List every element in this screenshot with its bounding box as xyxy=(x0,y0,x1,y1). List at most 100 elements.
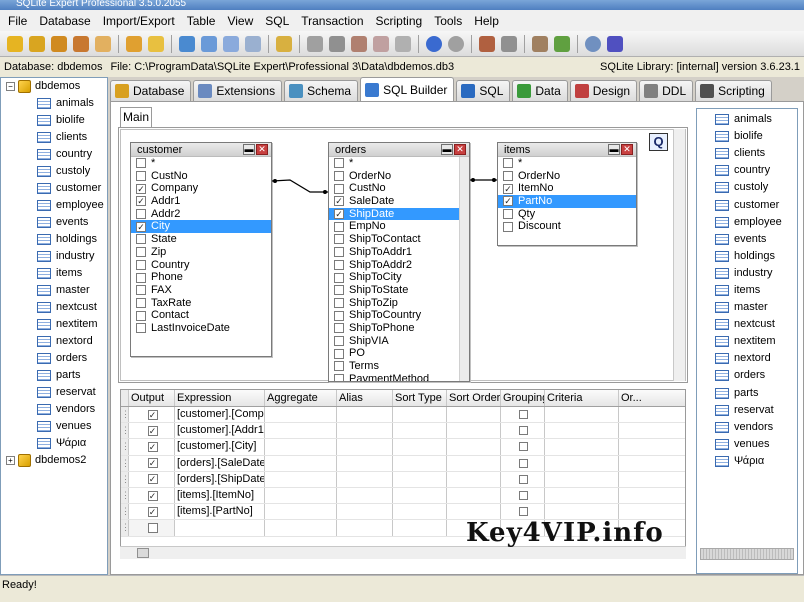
script-debug-icon[interactable] xyxy=(501,35,517,52)
table-list-item[interactable]: events xyxy=(697,231,797,248)
tree-node-dbdemos2[interactable]: + dbdemos2 xyxy=(1,452,107,469)
grouping-cell[interactable] xyxy=(501,471,545,487)
grid-cell[interactable] xyxy=(337,504,393,520)
table-list-item[interactable]: animals xyxy=(697,111,797,128)
tree-item-table[interactable]: customer xyxy=(1,180,107,197)
grid-column-header[interactable]: Sort Order xyxy=(447,390,501,406)
output-checkbox[interactable]: ✓ xyxy=(147,506,158,517)
grouping-cell[interactable] xyxy=(501,455,545,471)
grid-column-header[interactable]: Sort Type xyxy=(393,390,447,406)
grid-cell[interactable] xyxy=(393,487,447,504)
grouping-checkbox[interactable] xyxy=(519,458,528,468)
field-checkbox[interactable] xyxy=(334,234,344,245)
table-list-item[interactable]: reservat xyxy=(697,402,797,419)
database-tree[interactable]: − dbdemos animals biolife clients country cust… xyxy=(0,77,108,575)
field-checkbox[interactable] xyxy=(334,361,344,372)
grid-cell[interactable] xyxy=(337,423,393,439)
field-row[interactable]: ShipVIA xyxy=(329,335,469,348)
field-row[interactable]: ✓ ItemNo xyxy=(498,182,636,195)
field-checkbox[interactable] xyxy=(334,183,344,194)
table-box-header[interactable]: customer ▬ ✕ xyxy=(131,143,271,157)
tree-item-table[interactable]: nextitem xyxy=(1,316,107,333)
field-checkbox[interactable] xyxy=(136,259,146,270)
grid-cell[interactable] xyxy=(337,455,393,471)
field-row[interactable]: OrderNo xyxy=(498,170,636,183)
field-row[interactable]: ShipToCity xyxy=(329,271,469,284)
grouping-cell[interactable] xyxy=(501,439,545,455)
menu-item-scripting[interactable]: Scripting xyxy=(370,14,429,28)
field-checkbox[interactable] xyxy=(136,272,146,283)
table-box-header[interactable]: orders ▬ ✕ xyxy=(329,143,469,157)
row-indicator[interactable]: ⋮ xyxy=(121,407,130,423)
expression-cell[interactable]: [orders].[SaleDate] xyxy=(175,455,265,471)
grid-cell[interactable] xyxy=(337,471,393,487)
field-row[interactable]: ShipToContact xyxy=(329,233,469,246)
table-list-item[interactable]: biolife xyxy=(697,128,797,145)
query-button[interactable]: Q xyxy=(649,133,668,151)
field-checkbox[interactable] xyxy=(334,272,344,283)
close-icon[interactable]: ✕ xyxy=(454,144,466,155)
field-checkbox[interactable] xyxy=(136,310,146,321)
sql-format-icon[interactable] xyxy=(395,35,411,52)
field-row[interactable]: ShipToAddr2 xyxy=(329,259,469,272)
field-row[interactable]: Country xyxy=(131,259,271,272)
table-list-item[interactable]: parts xyxy=(697,385,797,402)
table-list-item[interactable]: vendors xyxy=(697,419,797,436)
import-icon[interactable] xyxy=(276,35,292,52)
table-list-item[interactable]: customer xyxy=(697,196,797,213)
row-indicator[interactable]: ⋮ xyxy=(121,504,130,520)
commit-transaction-icon[interactable] xyxy=(448,35,464,52)
tab-design[interactable]: Design xyxy=(569,80,638,101)
grid-cell[interactable] xyxy=(545,487,619,504)
grid-cell[interactable] xyxy=(619,423,685,438)
table-list-item[interactable]: industry xyxy=(697,265,797,282)
grid-cell[interactable] xyxy=(393,504,447,520)
grid-cell[interactable] xyxy=(265,407,337,423)
row-indicator[interactable]: ⋮ xyxy=(121,487,130,504)
field-checkbox[interactable] xyxy=(503,209,513,220)
open-database-icon[interactable] xyxy=(7,35,23,52)
settings-icon[interactable] xyxy=(532,35,548,52)
grid-cell[interactable] xyxy=(619,439,685,454)
help-icon[interactable] xyxy=(585,35,601,52)
field-row[interactable]: ✓ City xyxy=(131,220,271,234)
grid-cell[interactable] xyxy=(393,423,447,439)
grid-column-header[interactable]: Alias xyxy=(337,390,393,406)
field-checkbox[interactable]: ✓ xyxy=(334,209,344,220)
sql-explain-icon[interactable] xyxy=(351,35,367,52)
tree-node-dbdemos[interactable]: − dbdemos xyxy=(1,78,107,95)
field-checkbox[interactable] xyxy=(334,323,344,334)
menu-item-transaction[interactable]: Transaction xyxy=(295,14,369,28)
script-run-icon[interactable] xyxy=(479,35,495,52)
grid-cell[interactable] xyxy=(337,439,393,455)
field-row[interactable]: ShipToState xyxy=(329,284,469,297)
tree-item-table[interactable]: vendors xyxy=(1,401,107,418)
menu-item-table[interactable]: Table xyxy=(181,14,222,28)
field-row[interactable]: ✓ Addr1 xyxy=(131,195,271,208)
tree-item-table[interactable]: items xyxy=(1,265,107,282)
field-row[interactable]: Addr2 xyxy=(131,208,271,221)
field-checkbox[interactable] xyxy=(334,171,344,182)
grid-column-header[interactable]: Output xyxy=(129,390,175,406)
field-checkbox[interactable]: ✓ xyxy=(334,196,344,207)
minimize-icon[interactable]: ▬ xyxy=(441,144,453,155)
grouping-checkbox[interactable] xyxy=(519,442,528,452)
sql-run-icon[interactable] xyxy=(307,35,323,52)
output-checkbox[interactable]: ✓ xyxy=(147,409,158,420)
field-checkbox[interactable] xyxy=(334,259,344,270)
tab-scripting[interactable]: Scripting xyxy=(695,80,772,101)
output-checkbox[interactable]: ✓ xyxy=(147,425,158,436)
grid-cell[interactable] xyxy=(265,487,337,504)
tree-item-table[interactable]: events xyxy=(1,214,107,231)
grid-column-header[interactable]: Expression xyxy=(175,390,265,406)
new-table-icon[interactable] xyxy=(179,35,195,52)
field-checkbox[interactable] xyxy=(334,247,344,258)
field-checkbox[interactable] xyxy=(334,297,344,308)
table-list-item[interactable]: holdings xyxy=(697,248,797,265)
field-checkbox[interactable] xyxy=(334,158,344,169)
field-row[interactable]: PO xyxy=(329,347,469,360)
field-row[interactable]: ✓ SaleDate xyxy=(329,195,469,208)
row-indicator[interactable]: ⋮ xyxy=(121,439,130,455)
grid-cell[interactable] xyxy=(619,407,685,422)
field-checkbox[interactable]: ✓ xyxy=(136,221,146,232)
